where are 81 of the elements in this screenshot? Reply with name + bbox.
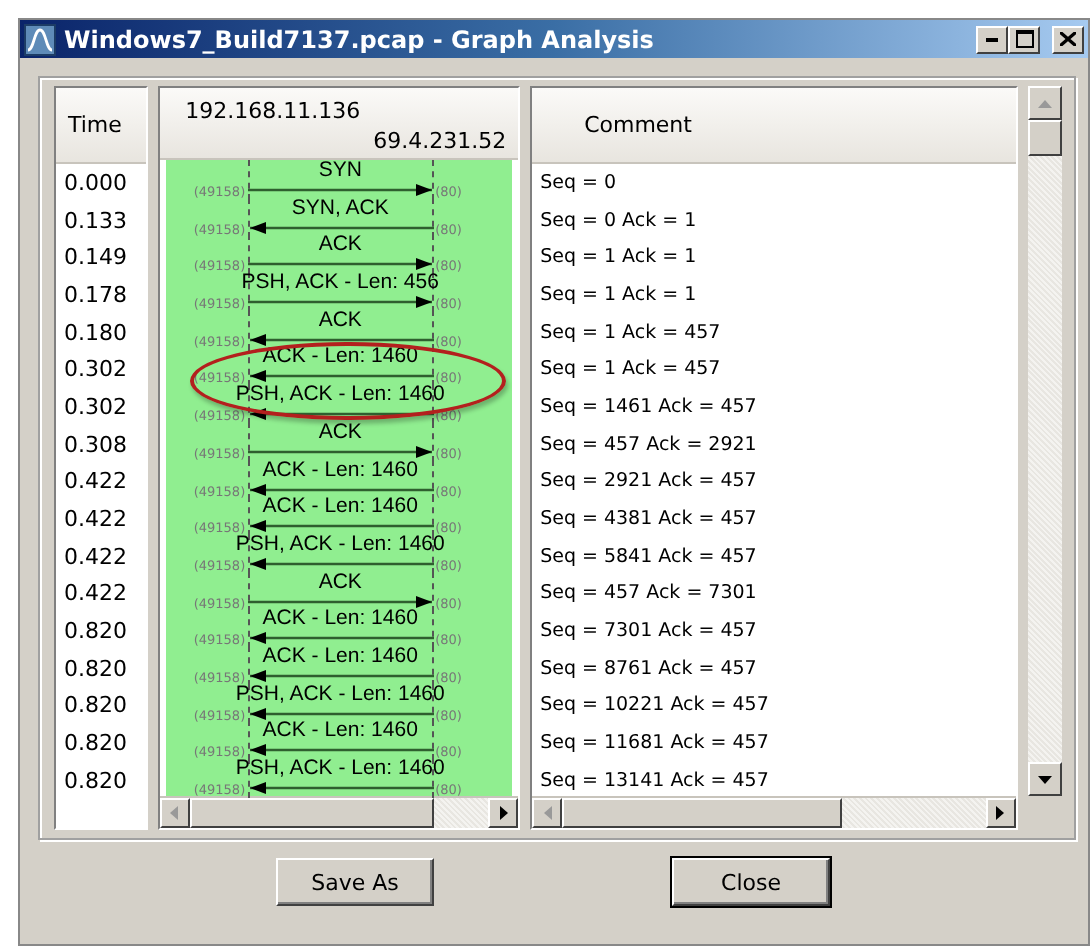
time-cell-text: 0.422 xyxy=(62,506,127,533)
time-cell-text: 0.820 xyxy=(62,618,127,645)
scrollbar-thumb[interactable] xyxy=(562,798,843,828)
packet-label: ACK xyxy=(318,421,362,444)
packet-label: ACK - Len: 1460 xyxy=(262,645,418,668)
time-cell-text: 0.422 xyxy=(62,468,127,495)
comment-cell-text: Seq = 457 Ack = 7301 xyxy=(538,582,757,605)
packet-label: ACK xyxy=(318,234,362,257)
comment-cell-text: Seq = 0 Ack = 1 xyxy=(538,209,697,232)
packet-label: SYN, ACK xyxy=(291,197,389,220)
packet-label: ACK - Len: 1460 xyxy=(262,496,418,519)
comment-cell-text: Seq = 457 Ack = 2921 xyxy=(538,433,757,456)
horizontal-scrollbar[interactable] xyxy=(532,796,1016,828)
left-triangle-icon xyxy=(170,806,179,820)
packet-label: SYN xyxy=(318,160,362,182)
time-cell-text: 0.180 xyxy=(62,319,127,346)
time-cell-text: 0.000 xyxy=(62,169,127,196)
maximize-icon xyxy=(1015,30,1033,48)
scroll-down-button[interactable] xyxy=(1027,762,1062,796)
column-header[interactable]: Comment xyxy=(584,112,692,138)
time-cell-text: 0.820 xyxy=(62,767,127,794)
packet-label: ACK - Len: 1460 xyxy=(262,720,418,743)
comment-cell-text: Seq = 13141 Ack = 457 xyxy=(538,769,769,792)
comment-cell-text: Seq = 8761 Ack = 457 xyxy=(538,657,757,680)
maximize-button[interactable] xyxy=(1008,25,1040,53)
time-cell-text: 0.302 xyxy=(62,393,127,420)
scroll-left-button[interactable] xyxy=(532,798,563,828)
comment-cell-text: Seq = 1461 Ack = 457 xyxy=(538,395,757,418)
window-title: Windows7_Build7137.pcap - Graph Analysis xyxy=(64,25,656,53)
dialog-button[interactable]: Save As xyxy=(276,858,434,906)
time-cell-text: 0.178 xyxy=(62,281,127,308)
scroll-right-button[interactable] xyxy=(985,798,1016,828)
comment-cell-text: Seq = 1 Ack = 457 xyxy=(538,358,721,381)
scroll-up-button[interactable] xyxy=(1027,86,1062,120)
left-triangle-icon xyxy=(543,806,552,820)
wave-app-icon xyxy=(24,23,56,55)
time-cell-text: 0.149 xyxy=(62,244,127,271)
down-triangle-icon xyxy=(1037,775,1052,783)
comment-cell-text: Seq = 0 xyxy=(538,171,617,194)
scroll-left-button[interactable] xyxy=(159,798,190,828)
packet-label: PSH, ACK - Len: 456 xyxy=(241,272,439,295)
comment-cell-text: Seq = 2921 Ack = 457 xyxy=(538,470,757,493)
dialog-button[interactable]: Close xyxy=(672,858,830,906)
host-address: 192.168.11.136 xyxy=(185,98,361,124)
time-cell-text: 0.133 xyxy=(62,207,127,234)
close-icon xyxy=(1060,32,1076,46)
close-button[interactable] xyxy=(1052,25,1084,53)
comment-cell-text: Seq = 10221 Ack = 457 xyxy=(538,694,769,717)
time-cell-text: 0.302 xyxy=(62,356,127,383)
packet-label: PSH, ACK - Len: 1460 xyxy=(235,683,445,706)
comment-cell-text: Seq = 1 Ack = 1 xyxy=(538,283,697,306)
packet-label: ACK - Len: 1460 xyxy=(262,608,418,631)
right-triangle-icon xyxy=(499,806,508,820)
packet-label: ACK xyxy=(318,571,362,594)
packet-label: ACK - Len: 1460 xyxy=(262,459,418,481)
time-cell-text: 0.820 xyxy=(62,730,127,757)
packet-label: PSH, ACK - Len: 1460 xyxy=(235,758,445,780)
minimize-button[interactable] xyxy=(976,25,1008,53)
packet-label: PSH, ACK - Len: 1460 xyxy=(235,533,445,556)
time-cell-text: 0.308 xyxy=(62,431,127,458)
packet-label: ACK xyxy=(318,309,362,332)
comment-cell-text: Seq = 5841 Ack = 457 xyxy=(538,545,757,568)
up-triangle-icon xyxy=(1037,99,1052,107)
right-triangle-icon xyxy=(996,806,1005,820)
time-cell-text: 0.422 xyxy=(62,580,127,607)
time-cell-text: 0.820 xyxy=(62,655,127,682)
packet-label: PSH, ACK - Len: 1460 xyxy=(235,384,445,407)
comment-cell-text: Seq = 1 Ack = 1 xyxy=(538,246,697,269)
comment-cell-text: Seq = 11681 Ack = 457 xyxy=(538,732,769,755)
time-cell-text: 0.820 xyxy=(62,692,127,719)
host-address: 69.4.231.52 xyxy=(373,128,507,154)
comment-cell-text: Seq = 1 Ack = 457 xyxy=(538,321,721,344)
time-cell-text: 0.422 xyxy=(62,543,127,570)
vertical-scrollbar[interactable] xyxy=(1027,86,1062,796)
comment-cell-text: Seq = 4381 Ack = 457 xyxy=(538,508,757,531)
scroll-right-button[interactable] xyxy=(488,798,519,828)
minimize-icon xyxy=(986,37,998,41)
scrollbar-thumb[interactable] xyxy=(189,798,434,828)
horizontal-scrollbar[interactable] xyxy=(159,796,519,828)
comment-cell-text: Seq = 7301 Ack = 457 xyxy=(538,620,757,643)
scrollbar-thumb[interactable] xyxy=(1027,120,1062,156)
